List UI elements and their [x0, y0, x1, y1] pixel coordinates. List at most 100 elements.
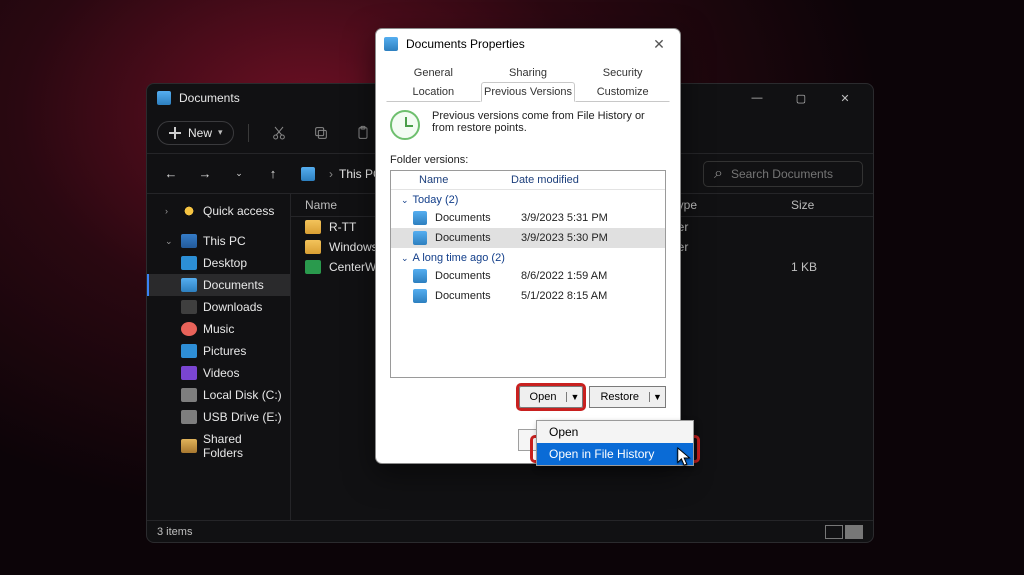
open-button-label: Open [520, 391, 567, 403]
sidebar-item-music[interactable]: Music [147, 318, 290, 340]
search-icon: ⌕ [714, 165, 723, 183]
open-dropdown-menu: Open Open in File History [536, 420, 694, 466]
sidebar-label: Local Disk (C:) [203, 388, 282, 402]
copy-button[interactable] [305, 119, 337, 147]
version-date: 3/9/2023 5:31 PM [521, 212, 608, 224]
search-input[interactable] [731, 167, 852, 181]
paste-button[interactable] [347, 119, 379, 147]
column-type[interactable]: Type [671, 198, 791, 212]
sidebar-label: This PC [203, 234, 246, 248]
recent-chevron-icon[interactable]: ⌄ [225, 160, 253, 188]
view-list-button[interactable] [825, 525, 843, 539]
sidebar-item-desktop[interactable]: Desktop [147, 252, 290, 274]
tab-customize[interactable]: Customize [575, 82, 670, 102]
version-date: 3/9/2023 5:30 PM [521, 232, 608, 244]
maximize-button[interactable]: ▢ [779, 84, 823, 112]
sidebar-item-downloads[interactable]: Downloads [147, 296, 290, 318]
menu-item-open-in-file-history[interactable]: Open in File History [537, 443, 693, 465]
menu-item-open[interactable]: Open [537, 421, 693, 443]
sidebar-item-pictures[interactable]: Pictures [147, 340, 290, 362]
new-button-label: New [188, 126, 212, 140]
version-name: Documents [435, 290, 521, 302]
versions-columns: Name Date modified [391, 171, 665, 190]
tab-security[interactable]: Security [575, 63, 670, 82]
dialog-title: Documents Properties [406, 37, 646, 51]
view-toggles [825, 525, 863, 539]
tab-location[interactable]: Location [386, 82, 481, 102]
tab-row: Location Previous Versions Customize [386, 82, 670, 102]
group-label: Today (2) [413, 194, 459, 206]
documents-icon [413, 269, 427, 283]
sidebar-item-shared-folders[interactable]: Shared Folders [147, 428, 290, 464]
dialog-titlebar[interactable]: Documents Properties ✕ [376, 29, 680, 59]
sidebar-item-local-disk[interactable]: Local Disk (C:) [147, 384, 290, 406]
sidebar-label: Downloads [203, 300, 262, 314]
restore-button[interactable]: Restore ▼ [589, 386, 666, 408]
documents-icon [413, 289, 427, 303]
col-date[interactable]: Date modified [511, 174, 665, 186]
tab-row: General Sharing Security [386, 63, 670, 82]
restore-dropdown-button[interactable]: ▼ [649, 392, 665, 402]
pc-icon [181, 234, 197, 248]
chevron-down-icon: ▾ [218, 127, 223, 138]
version-name: Documents [435, 212, 521, 224]
version-name: Documents [435, 232, 521, 244]
version-row[interactable]: Documents 3/9/2023 5:31 PM [391, 208, 665, 228]
tabs: General Sharing Security Location Previo… [376, 59, 680, 102]
version-date: 5/1/2022 8:15 AM [521, 290, 607, 302]
version-name: Documents [435, 270, 521, 282]
sidebar-label: Pictures [203, 344, 246, 358]
folder-icon [181, 439, 197, 453]
desktop-icon [181, 256, 197, 270]
version-row[interactable]: Documents 3/9/2023 5:30 PM [391, 228, 665, 248]
folder-versions-label: Folder versions: [390, 154, 666, 166]
properties-dialog: Documents Properties ✕ General Sharing S… [375, 28, 681, 464]
tab-general[interactable]: General [386, 63, 481, 82]
version-date: 8/6/2022 1:59 AM [521, 270, 607, 282]
sidebar-label: Shared Folders [203, 432, 282, 460]
drive-icon [181, 388, 197, 402]
tab-previous-versions[interactable]: Previous Versions [481, 82, 576, 102]
open-button[interactable]: Open ▼ [519, 386, 584, 408]
file-type: le [671, 260, 791, 274]
column-size[interactable]: Size [791, 198, 851, 212]
documents-icon [384, 37, 398, 51]
group-header[interactable]: ⌄ A long time ago (2) [391, 248, 665, 266]
file-size: 1 KB [791, 260, 851, 274]
sidebar-item-quick-access[interactable]: › Quick access [147, 200, 290, 222]
cut-button[interactable] [263, 119, 295, 147]
pictures-icon [181, 344, 197, 358]
forward-button[interactable]: → [191, 160, 219, 188]
col-name[interactable]: Name [391, 174, 511, 186]
versions-list[interactable]: Name Date modified ⌄ Today (2) Documents… [390, 170, 666, 378]
version-row[interactable]: Documents 5/1/2022 8:15 AM [391, 286, 665, 306]
documents-icon [413, 211, 427, 225]
back-button[interactable]: ← [157, 160, 185, 188]
star-icon [181, 204, 197, 218]
version-row[interactable]: Documents 8/6/2022 1:59 AM [391, 266, 665, 286]
search-box[interactable]: ⌕ [703, 161, 863, 187]
sidebar-item-videos[interactable]: Videos [147, 362, 290, 384]
close-button[interactable]: ✕ [823, 84, 867, 112]
sidebar-item-documents[interactable]: Documents [147, 274, 290, 296]
sidebar-item-this-pc[interactable]: ⌄ This PC [147, 230, 290, 252]
file-type: der [671, 240, 791, 254]
close-button[interactable]: ✕ [646, 36, 672, 53]
explorer-sidebar: › Quick access ⌄ This PC Desktop Documen… [147, 194, 291, 520]
new-button[interactable]: New ▾ [157, 121, 234, 145]
version-buttons: Open ▼ Restore ▼ [390, 378, 666, 414]
view-details-button[interactable] [845, 525, 863, 539]
history-clock-icon [390, 110, 420, 140]
minimize-button[interactable]: — [735, 84, 779, 112]
documents-icon [157, 91, 171, 105]
group-header[interactable]: ⌄ Today (2) [391, 190, 665, 208]
sidebar-item-usb-drive[interactable]: USB Drive (E:) [147, 406, 290, 428]
explorer-statusbar: 3 items [147, 520, 873, 542]
divider [248, 124, 249, 142]
open-dropdown-button[interactable]: ▼ [566, 392, 582, 402]
up-button[interactable]: ↑ [259, 160, 287, 188]
documents-icon [301, 167, 315, 181]
sidebar-label: USB Drive (E:) [203, 410, 282, 424]
folder-icon [305, 240, 321, 254]
tab-sharing[interactable]: Sharing [481, 63, 576, 82]
